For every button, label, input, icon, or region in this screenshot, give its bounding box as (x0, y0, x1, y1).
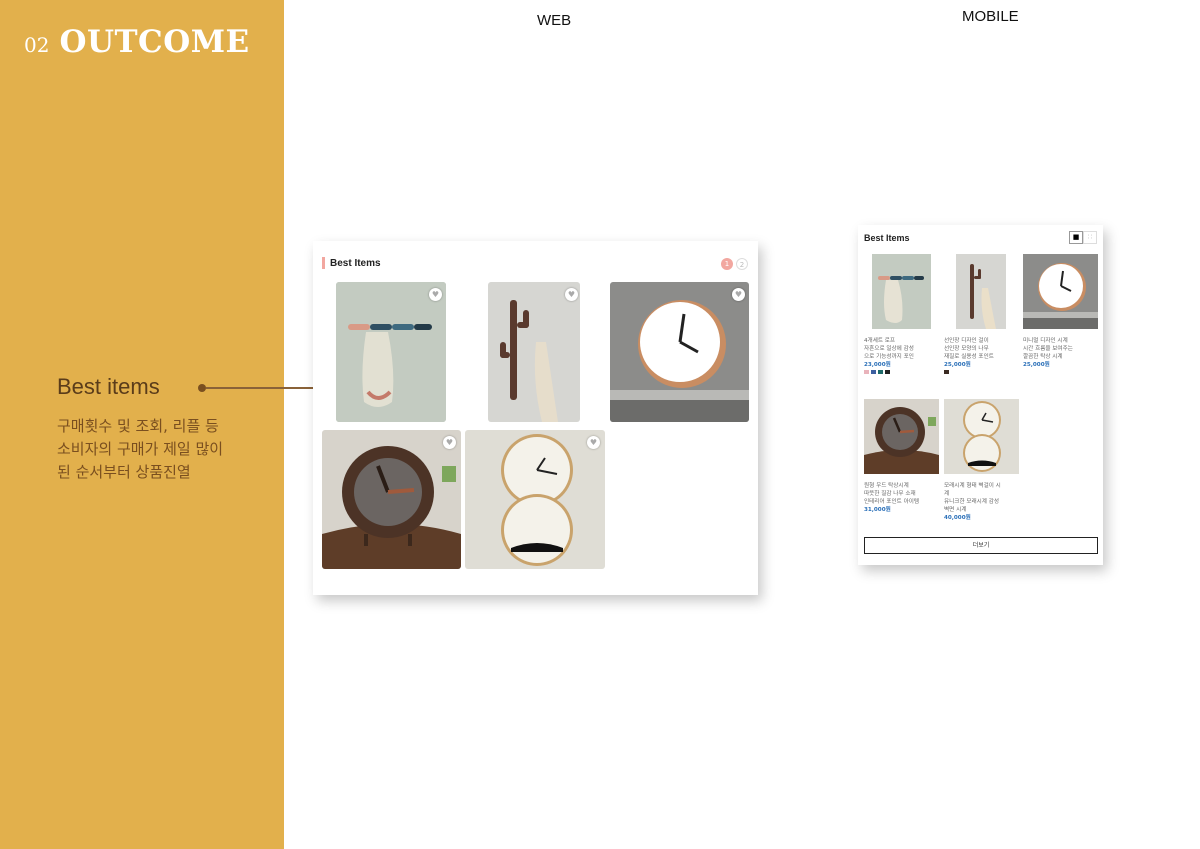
product-tile-cactus-hook[interactable]: ♥ (488, 282, 580, 422)
section-number: 02 (24, 33, 50, 57)
product-thumbnail (944, 254, 1019, 329)
product-name: 원형 우드 탁상시계 따뜻한 질감 나무 소재 인테리어 포인트 아이템 (864, 483, 920, 505)
cactus-hook-image (956, 254, 1006, 329)
feature-description: 구매횟수 및 조회, 리플 등 소비자의 구매가 제일 많이 된 순서부터 상품… (57, 417, 224, 481)
heart-icon[interactable]: ♥ (565, 288, 578, 301)
feature-label: Best items (57, 374, 160, 399)
color-swatch[interactable] (885, 370, 890, 374)
pager-page-2[interactable]: 2 (736, 258, 748, 270)
cactus-hook-image (488, 282, 580, 422)
product-price: 40,000원 (944, 515, 971, 521)
view-toggle: ■ ∷ (1069, 231, 1097, 244)
connector-dot (198, 384, 206, 392)
product-tile-round-clock[interactable]: ♥ (610, 282, 749, 422)
product-thumbnail (1023, 254, 1098, 329)
color-swatch[interactable] (864, 370, 869, 374)
pager-page-1[interactable]: 1 (721, 258, 733, 270)
mobile-product-item[interactable]: 선인장 디자인 걸이 선인장 모양의 나무 재질로 실용성 포인트 25,000… (944, 254, 1019, 374)
heart-icon[interactable]: ♥ (443, 436, 456, 449)
grid-view-icon[interactable]: ■ (1069, 231, 1083, 244)
product-name: 선인장 디자인 걸이 선인장 모양의 나무 재질로 실용성 포인트 (944, 338, 994, 360)
product-tile-hourglass-clock[interactable]: ♥ (465, 430, 605, 569)
mobile-product-item[interactable]: 4개세트 로프 자흔으로 일상에 감성 으로 기능성까지 포인 23,000원 (864, 254, 939, 374)
web-best-items-card: Best Items 1 2 ♥ ♥ ♥ ♥ ♥ (313, 241, 758, 595)
wood-clock-image (864, 399, 939, 474)
section-heading: OUTCOME (59, 24, 250, 60)
product-price: 31,000원 (864, 507, 891, 513)
color-swatch[interactable] (944, 370, 949, 374)
color-swatch[interactable] (878, 370, 883, 374)
accent-bar (322, 257, 325, 269)
color-swatches (864, 370, 939, 374)
product-price: 23,000원 (864, 362, 891, 368)
side-panel: 02 OUTCOME Best items 구매횟수 및 조회, 리플 등 소비… (0, 0, 284, 849)
mobile-title: Best Items (864, 233, 910, 243)
product-tile-wood-clock[interactable]: ♥ (322, 430, 461, 569)
round-clock-image (1023, 254, 1098, 329)
product-name: 미니멀 디자인 시계 시간 흐름을 보여주는 깔끔한 탁상 시계 (1023, 338, 1073, 360)
web-title: Best Items (330, 257, 381, 269)
product-tile-wall-hook[interactable]: ♥ (336, 282, 446, 422)
mobile-column-label: MOBILE (962, 8, 1019, 25)
color-swatches (944, 370, 1019, 374)
color-swatch[interactable] (871, 370, 876, 374)
product-thumbnail (864, 399, 939, 474)
mobile-product-item[interactable]: 원형 우드 탁상시계 따뜻한 질감 나무 소재 인테리어 포인트 아이템 31,… (864, 399, 939, 514)
list-view-icon[interactable]: ∷ (1083, 231, 1097, 244)
product-price: 25,000원 (1023, 362, 1050, 368)
mobile-product-item[interactable]: 미니멀 디자인 시계 시간 흐름을 보여주는 깔끔한 탁상 시계 25,000원 (1023, 254, 1098, 369)
hourglass-clock-image (944, 399, 1019, 474)
product-name: 4개세트 로프 자흔으로 일상에 감성 으로 기능성까지 포인 (864, 338, 914, 360)
product-thumbnail (944, 399, 1019, 474)
web-header: Best Items (322, 257, 381, 269)
heart-icon[interactable]: ♥ (732, 288, 745, 301)
hourglass-clock-image (465, 430, 605, 569)
wall-hook-image (872, 254, 931, 329)
pager: 1 2 (721, 258, 748, 270)
wood-clock-image (322, 430, 461, 569)
connector-line (206, 387, 322, 389)
heart-icon[interactable]: ♥ (429, 288, 442, 301)
product-name: 모래시계 형태 벽걸이 시 계 유니크한 모래시계 감성 벽면 시계 (944, 483, 1001, 513)
wall-hook-image (336, 282, 446, 422)
more-button[interactable]: 더보기 (864, 537, 1098, 554)
round-clock-image (610, 282, 749, 422)
web-column-label: WEB (537, 12, 572, 29)
product-thumbnail (864, 254, 939, 329)
mobile-best-items-card: Best Items ■ ∷ 4개세트 로프 자흔으로 일상에 감성 으로 기능… (858, 225, 1103, 565)
product-price: 25,000원 (944, 362, 971, 368)
mobile-product-item[interactable]: 모래시계 형태 벽걸이 시 계 유니크한 모래시계 감성 벽면 시계 40,00… (944, 399, 1019, 522)
section-title: 02 OUTCOME (24, 24, 250, 60)
heart-icon[interactable]: ♥ (587, 436, 600, 449)
